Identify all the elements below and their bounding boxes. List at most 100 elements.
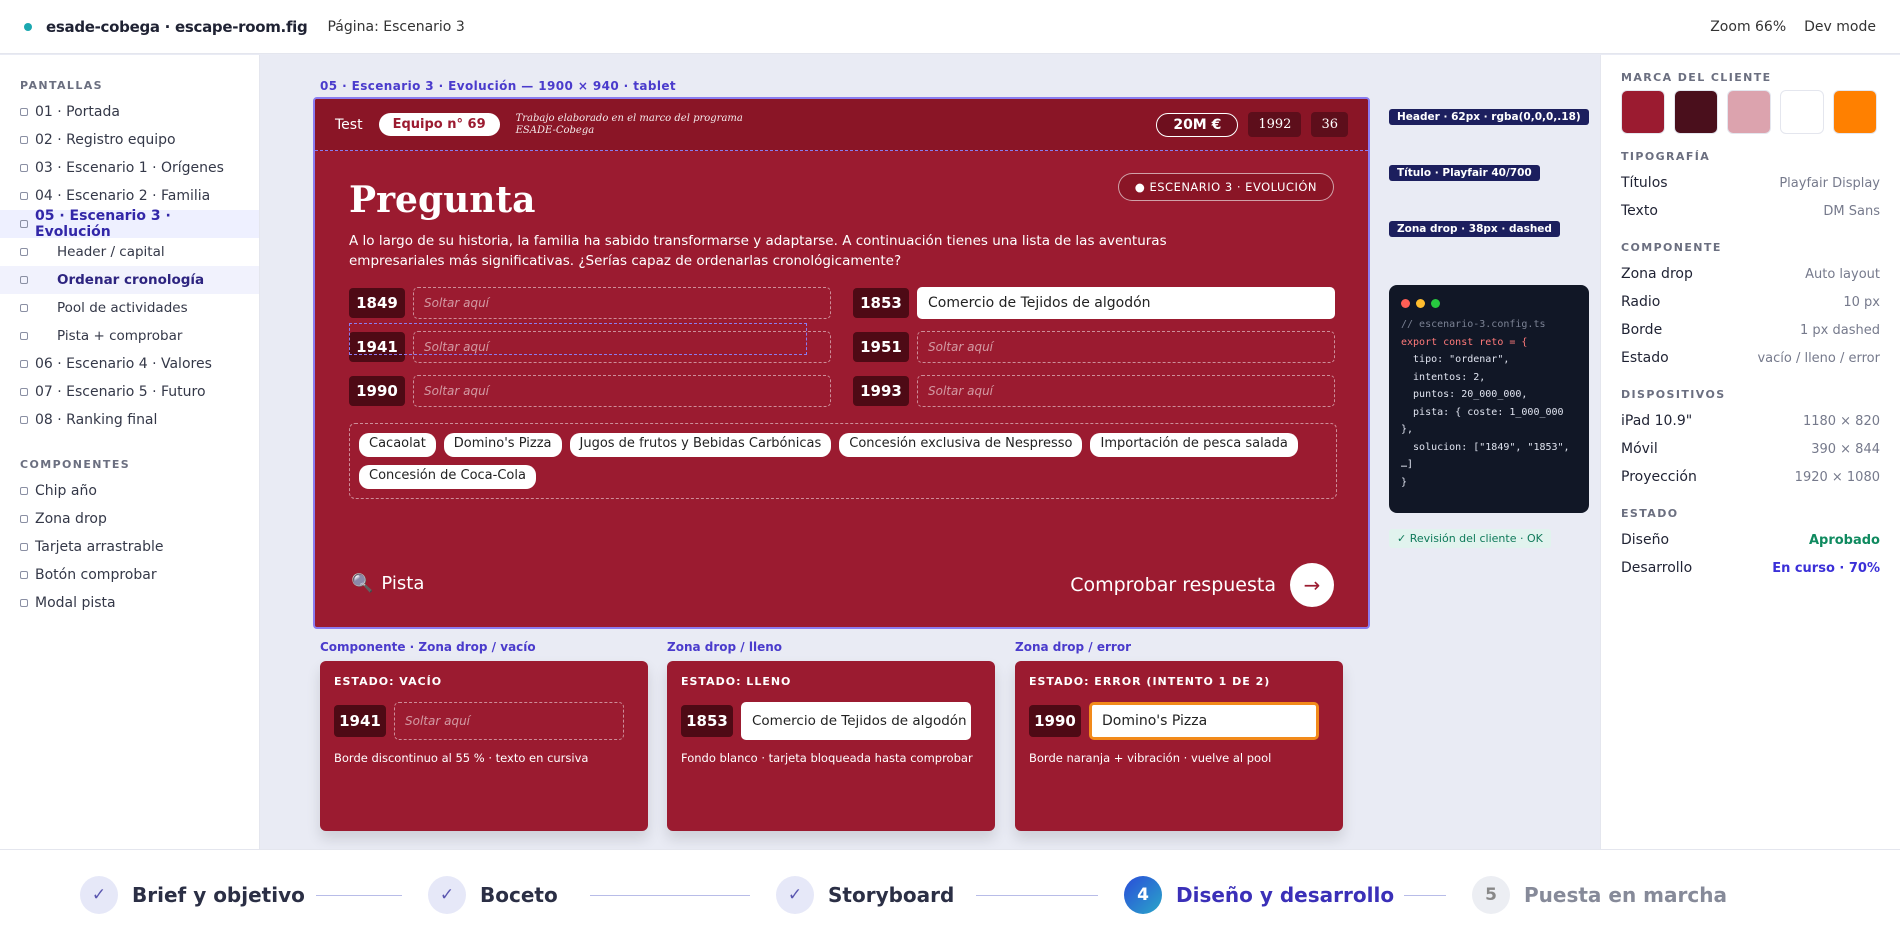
screen-item[interactable]: 08 · Ranking final	[0, 406, 259, 434]
component-icon	[20, 487, 28, 495]
frame-label[interactable]: 05 · Escenario 3 · Evolución — 1900 × 94…	[320, 79, 676, 93]
color-swatch[interactable]	[1621, 90, 1665, 134]
color-swatch[interactable]	[1780, 90, 1824, 134]
component-item[interactable]: Zona drop	[0, 505, 259, 533]
zoom-level[interactable]: Zoom 66%	[1710, 19, 1786, 35]
drop-zone[interactable]: Soltar aquí	[413, 331, 831, 363]
layer-item[interactable]: Pista + comprobar	[0, 322, 259, 350]
activity-pool: Cacaolat Domino's Pizza Jugos de frutos …	[349, 423, 1337, 499]
top-bar: esade-cobega · escape-room.fig Página: E…	[0, 0, 1900, 54]
code-line: …]	[1401, 459, 1414, 470]
step-item[interactable]: ✓ Storyboard	[776, 876, 954, 914]
code-snippet: // escenario-3.config.ts export const re…	[1389, 285, 1589, 513]
property-row: Texto DM Sans	[1621, 203, 1880, 219]
state-card-error[interactable]: ESTADO: ERROR (INTENTO 1 DE 2) 1990 Domin…	[1015, 661, 1343, 831]
component-item[interactable]: Modal pista	[0, 589, 259, 617]
drop-zone[interactable]: Soltar aquí	[394, 702, 624, 740]
check-answer-button[interactable]: Comprobar respuesta →	[1070, 563, 1334, 607]
screen-item[interactable]: 06 · Escenario 4 · Valores	[0, 350, 259, 378]
draggable-card[interactable]: Domino's Pizza	[443, 433, 562, 457]
component-label[interactable]: Componente · Zona drop / vacío	[320, 640, 536, 654]
drop-slot[interactable]: 1941 Soltar aquí	[349, 331, 831, 363]
component-item[interactable]: Chip año	[0, 477, 259, 505]
layer-icon	[20, 276, 28, 284]
draggable-card[interactable]: Jugos de frutos y Bebidas Carbónicas	[569, 433, 832, 457]
screen-item[interactable]: 01 · Portada	[0, 98, 259, 126]
drop-slot[interactable]: 1951 Soltar aquí	[853, 331, 1335, 363]
step-item[interactable]: ✓ Brief y objetivo	[80, 876, 305, 914]
step-item-upcoming[interactable]: 5 Puesta en marcha	[1472, 876, 1727, 914]
code-line: solucion: ["1849", "1853",	[1401, 441, 1570, 453]
screen-item[interactable]: 07 · Escenario 5 · Futuro	[0, 378, 259, 406]
status-badge: En curso · 70%	[1772, 560, 1880, 576]
code-line: export const reto = {	[1401, 336, 1528, 348]
component-item[interactable]: Botón comprobar	[0, 561, 259, 589]
layer-item[interactable]: Pool de actividades	[0, 294, 259, 322]
component-label[interactable]: Zona drop / lleno	[667, 640, 782, 654]
draggable-card[interactable]: Cacaolat	[359, 433, 436, 457]
file-name[interactable]: esade-cobega · escape-room.fig	[46, 18, 308, 36]
drop-zone-filled[interactable]: Comercio de Tejidos de algodón	[917, 287, 1335, 319]
drop-slot[interactable]: 1849 Soltar aquí	[349, 287, 831, 319]
hint-button[interactable]: 🔍 Pista	[351, 573, 424, 594]
draggable-card[interactable]: Concesión exclusiva de Nespresso	[839, 433, 1083, 457]
layer-icon	[20, 304, 28, 312]
year-chip: 1941	[334, 705, 386, 737]
screen-item-active[interactable]: 05 · Escenario 3 · Evolución	[0, 208, 259, 240]
layer-item-selected[interactable]: Ordenar cronología	[0, 266, 259, 294]
brand-heading: MARCA DEL CLIENTE	[1621, 71, 1772, 84]
arrow-right-icon: →	[1290, 563, 1334, 607]
year-chip: 1990	[349, 376, 405, 406]
color-swatch[interactable]	[1674, 90, 1718, 134]
property-row: Diseño Aprobado	[1621, 532, 1880, 548]
tablet-frame[interactable]: Test Equipo n° 69 Trabajo elaborado en e…	[313, 97, 1370, 629]
status-badge: Aprobado	[1808, 532, 1880, 548]
page-name[interactable]: Página: Escenario 3	[327, 19, 464, 35]
component-item[interactable]: Tarjeta arrastrable	[0, 533, 259, 561]
frame-icon	[20, 416, 28, 424]
frame-icon	[20, 360, 28, 368]
state-description: Fondo blanco · tarjeta bloqueada hasta c…	[681, 751, 973, 765]
state-card-filled[interactable]: ESTADO: LLENO 1853 Comercio de Tejidos de…	[667, 661, 995, 831]
drop-slot[interactable]: 1990 Soltar aquí	[349, 375, 831, 407]
code-line: intentos: 2,	[1401, 371, 1486, 383]
drop-zone[interactable]: Soltar aquí	[917, 375, 1335, 407]
minimize-dot-icon	[1416, 299, 1425, 308]
property-row: Títulos Playfair Display	[1621, 175, 1880, 191]
property-row: Desarrollo En curso · 70%	[1621, 560, 1880, 576]
color-swatch[interactable]	[1833, 90, 1877, 134]
state-title: ESTADO: ERROR (INTENTO 1 DE 2)	[1029, 675, 1271, 688]
screen-item[interactable]: 02 · Registro equipo	[0, 126, 259, 154]
scenario-badge: ● ESCENARIO 3 · EVOLUCIÓN	[1117, 173, 1334, 201]
component-label[interactable]: Zona drop / error	[1015, 640, 1131, 654]
screen-item[interactable]: 04 · Escenario 2 · Familia	[0, 182, 259, 210]
close-dot-icon	[1401, 299, 1410, 308]
state-card-empty[interactable]: ESTADO: VACÍO 1941 Soltar aquí Borde disc…	[320, 661, 648, 831]
inspector-panel: MARCA DEL CLIENTE TIPOGRAFÍA Títulos Play…	[1600, 55, 1900, 849]
check-icon: ✓	[776, 876, 814, 914]
dev-mode-toggle[interactable]: Dev mode	[1804, 19, 1876, 35]
drop-slot[interactable]: 1853 Comercio de Tejidos de algodón	[853, 287, 1335, 319]
draggable-card[interactable]: Concesión de Coca-Cola	[359, 465, 536, 489]
year-chip: 1990	[1029, 705, 1081, 737]
drop-zone[interactable]: Soltar aquí	[413, 287, 831, 319]
layers-sidebar: PANTALLAS 01 · Portada 02 · Registro equ…	[0, 55, 260, 849]
draggable-card[interactable]: Importación de pesca salada	[1090, 433, 1298, 457]
drop-zone-error[interactable]: Domino's Pizza	[1089, 702, 1319, 740]
drop-slot[interactable]: 1993 Soltar aquí	[853, 375, 1335, 407]
drop-zone-filled[interactable]: Comercio de Tejidos de algodón	[741, 702, 971, 740]
layer-item[interactable]: Header / capital	[0, 238, 259, 266]
design-canvas[interactable]: 05 · Escenario 3 · Evolución — 1900 × 94…	[261, 55, 1600, 849]
step-number: 5	[1472, 876, 1510, 914]
step-item-current[interactable]: 4 Diseño y desarrollo	[1124, 876, 1394, 914]
check-icon: ✓	[80, 876, 118, 914]
program-credit: Trabajo elaborado en el marco del progra…	[515, 112, 743, 136]
team-badge: Equipo n° 69	[378, 113, 500, 136]
screen-item[interactable]: 03 · Escenario 1 · Orígenes	[0, 154, 259, 182]
step-item[interactable]: ✓ Boceto	[428, 876, 558, 914]
drop-zone[interactable]: Soltar aquí	[917, 331, 1335, 363]
drop-zone[interactable]: Soltar aquí	[413, 375, 831, 407]
code-line: puntos: 20_000_000,	[1401, 389, 1528, 400]
property-row: Borde 1 px dashed	[1621, 322, 1880, 338]
color-swatch[interactable]	[1727, 90, 1771, 134]
